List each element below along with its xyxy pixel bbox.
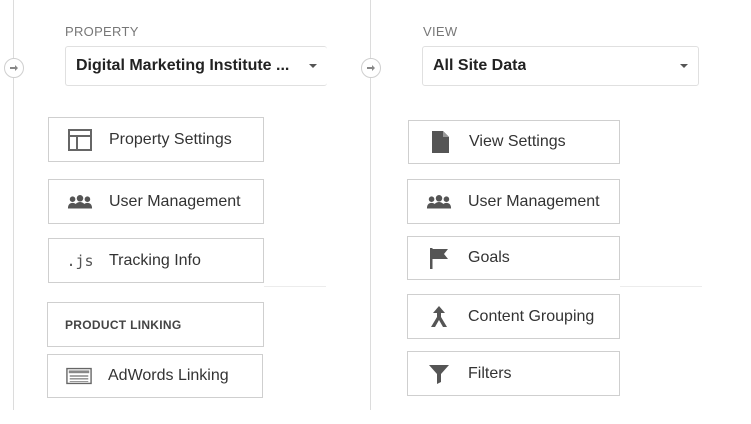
adwords-linking-label: AdWords Linking: [108, 367, 229, 384]
document-icon: [427, 129, 453, 155]
flag-icon: [426, 245, 452, 271]
goals-button[interactable]: Goals: [407, 236, 620, 280]
adwords-linking-button[interactable]: AdWords Linking: [47, 354, 263, 398]
view-selector-dropdown[interactable]: All Site Data: [422, 46, 699, 86]
layout-icon: [67, 127, 93, 153]
content-grouping-button[interactable]: Content Grouping: [407, 294, 620, 339]
adwords-icon: [66, 363, 92, 389]
view-divider: [620, 286, 702, 287]
users-icon: [67, 189, 93, 215]
chevron-down-icon: [680, 64, 688, 68]
property-selected-value: Digital Marketing Institute ...: [76, 57, 290, 74]
view-arrow-icon[interactable]: [361, 58, 381, 78]
view-user-management-label: User Management: [468, 192, 600, 210]
goals-label: Goals: [468, 249, 510, 266]
property-user-management-label: User Management: [109, 192, 241, 210]
content-grouping-label: Content Grouping: [468, 307, 595, 325]
js-icon: .js: [66, 251, 94, 270]
tracking-info-label: Tracking Info: [109, 251, 201, 269]
content-grouping-icon: [426, 304, 452, 330]
view-settings-button[interactable]: View Settings: [408, 120, 620, 164]
tracking-info-button[interactable]: .js Tracking Info: [48, 238, 264, 283]
product-linking-heading: PRODUCT LINKING: [47, 302, 264, 347]
property-user-management-button[interactable]: User Management: [48, 179, 264, 224]
chevron-down-icon: [309, 64, 317, 68]
view-selected-value: All Site Data: [433, 57, 527, 74]
property-settings-label: Property Settings: [109, 130, 232, 148]
view-column-label: VIEW: [423, 24, 458, 39]
users-icon: [426, 189, 452, 215]
filter-icon: [426, 361, 452, 387]
filters-label: Filters: [468, 364, 512, 382]
property-column-label: PROPERTY: [65, 24, 139, 39]
property-selector-dropdown[interactable]: Digital Marketing Institute ...: [65, 46, 327, 86]
view-settings-label: View Settings: [469, 133, 566, 150]
filters-button[interactable]: Filters: [407, 351, 620, 396]
property-arrow-icon[interactable]: [4, 58, 24, 78]
property-settings-button[interactable]: Property Settings: [48, 117, 264, 162]
property-divider: [264, 286, 326, 287]
view-user-management-button[interactable]: User Management: [407, 179, 620, 224]
